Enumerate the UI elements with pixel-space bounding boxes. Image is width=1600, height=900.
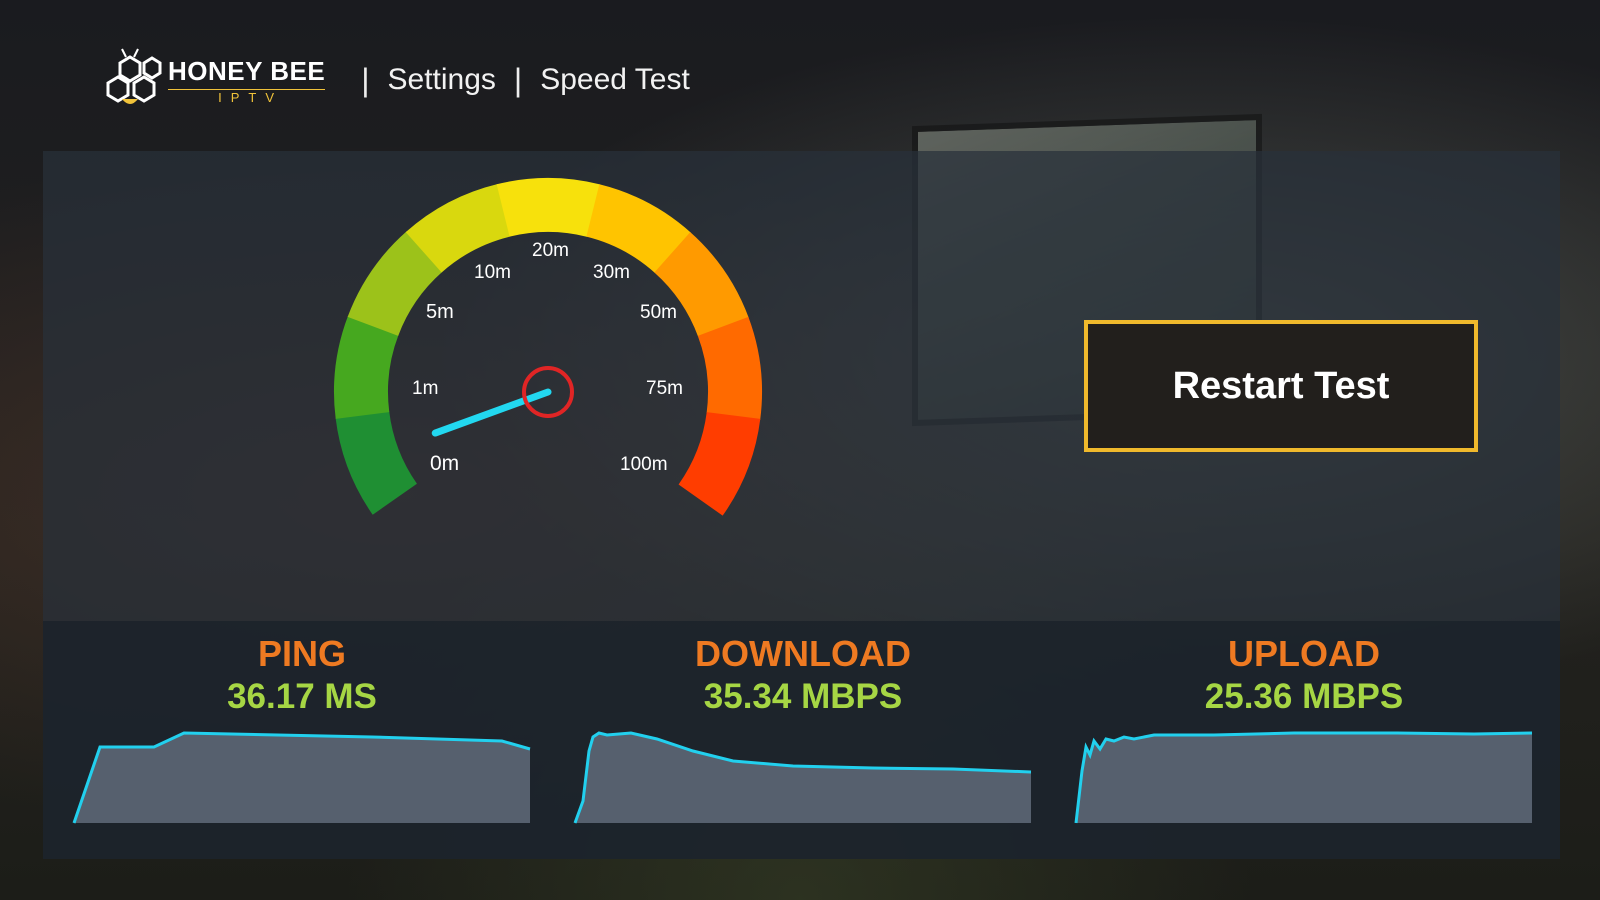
- gauge-tick-75m: 75m: [646, 378, 683, 399]
- breadcrumb-separator: |: [513, 61, 523, 98]
- gauge-tick-0m: 0m: [430, 452, 459, 475]
- upload-value: 25.36 MBPS: [1204, 677, 1404, 716]
- gauge-tick-5m: 5m: [426, 301, 454, 323]
- upload-stat: UPLOAD 25.36 MBPS: [1074, 621, 1534, 824]
- download-label: DOWNLOAD: [695, 633, 911, 674]
- restart-test-button[interactable]: Restart Test: [1084, 320, 1478, 452]
- gauge-tick-10m: 10m: [474, 262, 511, 283]
- ping-graph: [72, 731, 531, 824]
- ping-label: PING: [257, 633, 346, 674]
- gauge-arc-segment: [335, 411, 417, 515]
- gauge-arc-segment: [496, 178, 601, 237]
- gauge-needle: [431, 388, 552, 437]
- gauge-tick-labels: 0m 1m 5m 10m 20m 30m 50m 75m 100m: [412, 240, 683, 475]
- gauge-arc: [334, 178, 762, 516]
- ping-value: 36.17 MS: [227, 677, 377, 716]
- speed-gauge: 0m 1m 5m 10m 20m 30m 50m 75m 100m: [334, 178, 762, 516]
- upload-graph-fill: [1076, 733, 1532, 823]
- breadcrumb-separator: |: [361, 61, 370, 98]
- gauge-tick-1m: 1m: [412, 378, 438, 399]
- gauge-tick-20m: 20m: [532, 240, 569, 261]
- results-bar: PING 36.17 MS DOWNLOAD 35.34 MBPS UPLOAD…: [43, 621, 1560, 859]
- ping-stat: PING 36.17 MS: [72, 621, 532, 824]
- header: HONEY BEE IPTV | Settings | Speed Test: [100, 40, 690, 120]
- download-graph-fill: [575, 733, 1031, 823]
- honeycomb-bee-icon: [106, 48, 162, 104]
- logo-subtitle: IPTV: [168, 88, 326, 105]
- app-logo: HONEY BEE IPTV: [100, 45, 326, 115]
- upload-label: UPLOAD: [1228, 633, 1380, 674]
- gauge-arc-segment: [697, 316, 762, 421]
- download-graph: [573, 731, 1032, 824]
- gauge-tick-50m: 50m: [640, 302, 677, 323]
- logo-title: HONEY BEE: [168, 55, 326, 86]
- download-value: 35.34 MBPS: [703, 677, 903, 716]
- gauge-arc-segment: [678, 412, 761, 516]
- gauge-tick-100m: 100m: [620, 454, 668, 475]
- download-stat: DOWNLOAD 35.34 MBPS: [573, 621, 1033, 824]
- breadcrumb-settings[interactable]: Settings: [388, 63, 496, 97]
- breadcrumb-speed-test: Speed Test: [540, 63, 690, 96]
- gauge-tick-30m: 30m: [593, 262, 630, 283]
- upload-graph: [1074, 731, 1533, 824]
